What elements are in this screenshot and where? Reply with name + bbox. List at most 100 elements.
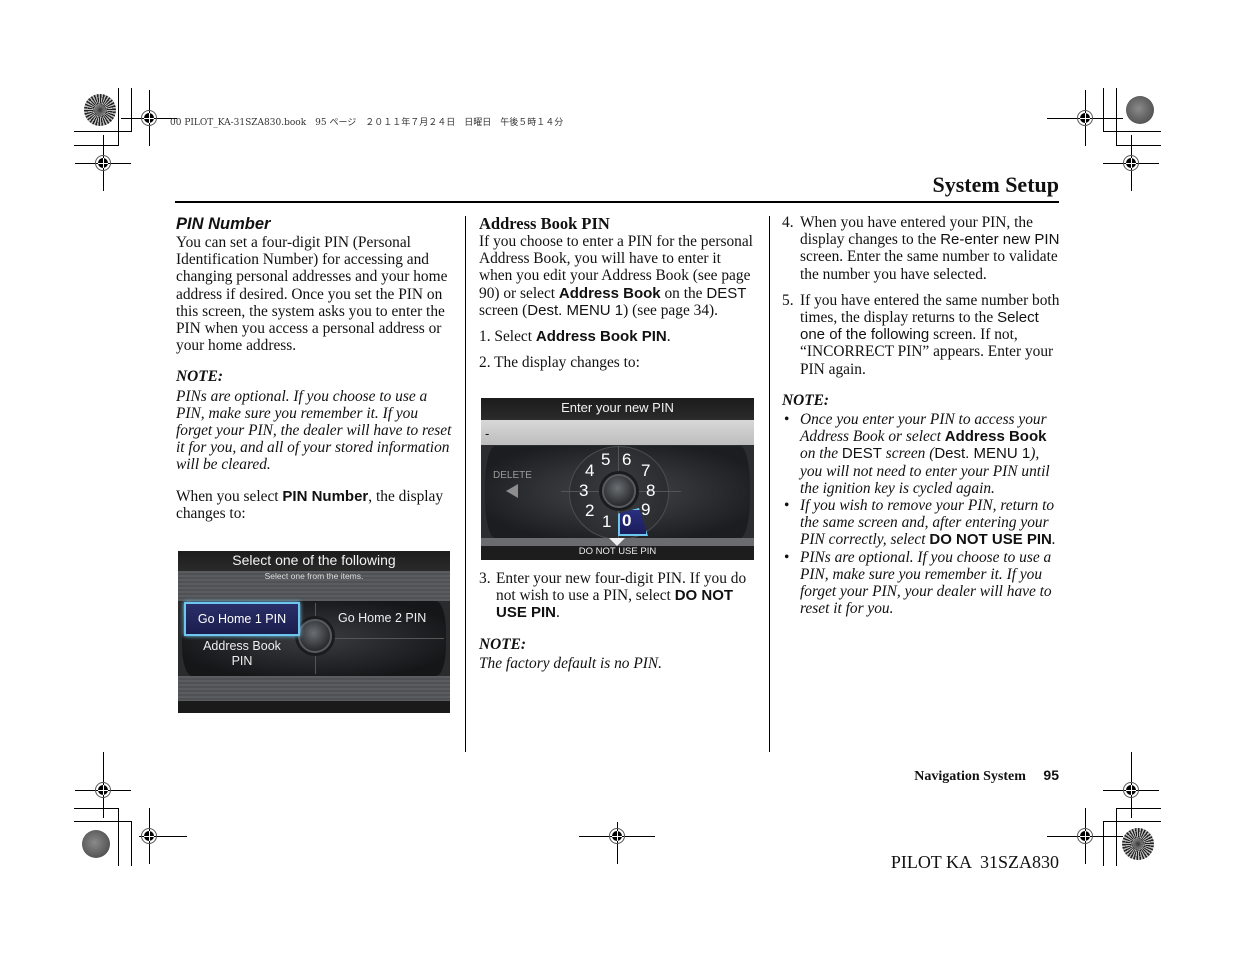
screen-subtitle: Select one from the items. — [264, 571, 364, 581]
delete-arrow-icon[interactable] — [506, 484, 518, 498]
crop-mark — [1116, 808, 1117, 866]
pin-intro-text: You can set a four-digit PIN (Personal I… — [176, 234, 448, 355]
star-target-icon — [1122, 828, 1154, 860]
do-not-use-pin-label: DO NOT USE PIN — [578, 546, 657, 557]
section-title: System Setup — [932, 172, 1059, 197]
star-target-icon — [84, 94, 116, 126]
column-divider — [465, 216, 466, 752]
text-fragment: Select — [494, 328, 536, 346]
crop-mark — [74, 131, 132, 132]
dial-digit-2[interactable]: 2 — [585, 501, 594, 521]
note-text: PINs are optional. If you choose to use … — [176, 387, 452, 474]
enter-pin-screen-image: Enter your new PIN - DELETE 5 6 4 7 3 8 … — [481, 398, 754, 560]
ui-term: Dest. MENU 1 — [527, 301, 624, 319]
step-5: 5. If you have entered the same number b… — [782, 292, 1060, 378]
crop-mark — [118, 88, 119, 146]
text-fragment: on the — [800, 445, 842, 463]
ui-term: DEST — [841, 445, 882, 463]
note-bullet-1: • Once you enter your PIN to access your… — [782, 411, 1060, 497]
address-book-pin-heading: Address Book PIN — [479, 214, 610, 233]
note-label: NOTE: — [479, 635, 527, 653]
note-bullet-2: • If you wish to remove your PIN, return… — [782, 497, 1060, 549]
ui-term: Address Book PIN — [535, 328, 667, 346]
crop-mark — [1103, 821, 1161, 822]
crop-mark — [1116, 808, 1161, 809]
delete-label[interactable]: DELETE — [493, 470, 532, 481]
crop-mark — [74, 145, 119, 146]
text-fragment: The display changes to: — [494, 354, 640, 372]
step-2: 2. The display changes to: — [479, 354, 757, 371]
screen-footer — [178, 701, 450, 713]
address-book-pin-text: If you choose to enter a PIN for the per… — [479, 233, 757, 319]
text-fragment: ) (see page 34). — [623, 301, 719, 319]
option-address-book-pin[interactable]: Address Book PIN — [190, 639, 294, 669]
print-file-info: 00 PILOT_KA-31SZA830.book 95 ページ ２０１１年７月… — [170, 118, 564, 128]
crop-mark — [131, 821, 132, 866]
crop-mark — [118, 808, 119, 866]
bullet-icon: • — [784, 497, 790, 515]
bullet-icon: • — [784, 548, 790, 566]
crop-mark — [1116, 88, 1117, 146]
option-go-home-2-pin[interactable]: Go Home 2 PIN — [338, 611, 426, 625]
dial-digit-9[interactable]: 9 — [641, 500, 650, 520]
bullet-icon: • — [784, 411, 790, 429]
down-arrow-icon — [609, 538, 625, 546]
option-line: PIN — [231, 654, 253, 668]
step-3: 3. Enter your new four-digit PIN. If you… — [479, 570, 757, 622]
dial-digit-6[interactable]: 6 — [622, 450, 631, 470]
option-go-home-1-pin[interactable]: Go Home 1 PIN — [184, 602, 300, 636]
crop-mark — [1116, 145, 1161, 146]
dial-digit-0[interactable]: 0 — [622, 511, 631, 531]
column-divider — [769, 216, 770, 752]
select-pin-number-text: When you select PIN Number, the display … — [176, 488, 454, 522]
note-label: NOTE: — [782, 391, 830, 409]
grey-target-icon — [82, 830, 110, 858]
text-fragment: PINs are optional. If you choose to use … — [800, 548, 1052, 618]
note-bullet-3: • PINs are optional. If you choose to us… — [782, 549, 1060, 618]
pin-entry-value: - — [485, 426, 490, 441]
text-fragment: . — [556, 604, 560, 622]
page-footer: Navigation System 95 — [914, 767, 1059, 785]
grey-target-icon — [1126, 96, 1154, 124]
crop-mark — [1103, 821, 1104, 866]
model-code: PILOT KA 31SZA830 — [890, 852, 1059, 872]
dial-digit-7[interactable]: 7 — [641, 461, 650, 481]
step-4: 4. When you have entered your PIN, the d… — [782, 214, 1060, 283]
column-2-continued: 3. Enter your new four-digit PIN. If you… — [479, 570, 757, 672]
step-number: 4. — [782, 214, 794, 231]
select-one-screen-image: Select one of the following Select one f… — [178, 551, 450, 713]
ui-term: Dest. MENU 1 — [934, 445, 1031, 463]
screen-title: Select one of the following — [232, 552, 396, 568]
pin-number-heading: PIN Number — [176, 215, 271, 233]
pin-entry-field[interactable] — [481, 420, 754, 445]
option-line: Address Book — [203, 639, 281, 653]
column-3: 4. When you have entered your PIN, the d… — [782, 214, 1060, 617]
step-number: 2. — [479, 354, 491, 372]
ui-term: Address Book — [558, 284, 661, 302]
step-1: 1. Select Address Book PIN. — [479, 328, 757, 345]
ui-term: DO NOT USE PIN — [929, 531, 1052, 549]
footer-label: Navigation System — [914, 769, 1026, 784]
screen-bottom-bar — [178, 676, 450, 701]
step-number: 3. — [479, 570, 491, 587]
crop-mark — [131, 88, 132, 132]
dial-digit-8[interactable]: 8 — [646, 481, 655, 501]
crop-mark — [1103, 88, 1104, 132]
screen-title: Enter your new PIN — [561, 400, 674, 415]
knob-icon — [298, 619, 332, 653]
text-fragment: . — [1051, 531, 1056, 549]
dial-digit-1[interactable]: 1 — [602, 512, 611, 532]
step-number: 1. — [479, 328, 491, 346]
panel-divider — [320, 638, 444, 639]
note-text: The factory default is no PIN. — [479, 654, 662, 672]
dial-digit-5[interactable]: 5 — [601, 450, 610, 470]
dial-digit-4[interactable]: 4 — [585, 461, 594, 481]
text-fragment: screen ( — [881, 445, 935, 463]
ui-term: Re-enter new PIN — [940, 231, 1060, 249]
text-fragment: screen. Enter the same number to validat… — [800, 248, 1058, 283]
text-fragment: screen ( — [479, 301, 528, 319]
ui-term: DEST — [706, 284, 747, 302]
dial-digit-3[interactable]: 3 — [579, 481, 588, 501]
knob-icon — [602, 474, 636, 508]
text-fragment: . — [666, 328, 671, 346]
